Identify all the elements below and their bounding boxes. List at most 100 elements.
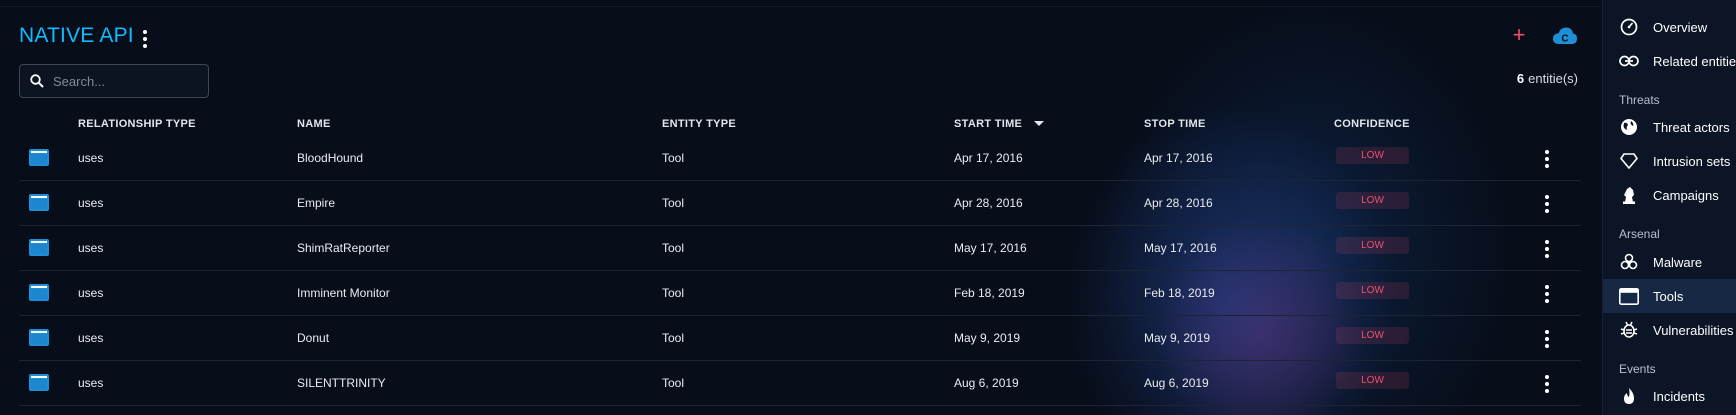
- table-body: uses BloodHound Tool Apr 17, 2016 Apr 17, 20…: [19, 136, 1581, 406]
- cell-name: Donut: [297, 331, 330, 345]
- cell-entity-type: Tool: [662, 376, 685, 390]
- tool-icon: [29, 329, 49, 346]
- entity-count-suffix: entitie(s): [1528, 71, 1578, 86]
- cell-relationship-type: uses: [78, 376, 104, 390]
- nav-threat-actors[interactable]: Threat actors: [1603, 110, 1736, 144]
- cell-start-time: Aug 6, 2019: [954, 376, 1019, 390]
- row-menu-icon[interactable]: [1545, 285, 1549, 303]
- globe-icon: [1619, 117, 1639, 137]
- tool-icon: [29, 194, 49, 211]
- nav-intrusion-sets[interactable]: Intrusion sets: [1603, 144, 1736, 178]
- cell-relationship-type: uses: [78, 286, 104, 300]
- cell-entity-type: Tool: [662, 196, 685, 210]
- cell-relationship-type: uses: [78, 196, 104, 210]
- cell-stop-time: Feb 18, 2019: [1144, 286, 1215, 300]
- table-header: RELATIONSHIP TYPE NAME ENTITY TYPE START…: [19, 110, 1581, 136]
- nav-overview[interactable]: Overview: [1603, 10, 1736, 44]
- col-name[interactable]: NAME: [297, 118, 331, 130]
- confidence-badge: LOW: [1336, 282, 1409, 299]
- cell-start-time: Feb 18, 2019: [954, 286, 1025, 300]
- cell-stop-time: Apr 17, 2016: [1144, 151, 1213, 165]
- tool-icon: [29, 149, 49, 166]
- cell-name: ShimRatReporter: [297, 241, 390, 255]
- confidence-badge: LOW: [1336, 327, 1409, 344]
- link-icon: [1619, 51, 1639, 71]
- nav-campaigns[interactable]: Campaigns: [1603, 178, 1736, 212]
- nav-tools[interactable]: Tools: [1603, 279, 1736, 313]
- cell-name: Empire: [297, 196, 336, 210]
- nav-malware-label: Malware: [1653, 254, 1703, 270]
- nav-threat-actors-label: Threat actors: [1653, 119, 1730, 135]
- confidence-badge: LOW: [1336, 192, 1409, 209]
- col-start-time[interactable]: START TIME: [954, 118, 1045, 130]
- confidence-badge: LOW: [1336, 237, 1409, 254]
- row-menu-icon[interactable]: [1545, 330, 1549, 348]
- title-menu-icon[interactable]: [143, 30, 147, 48]
- cell-name: SILENTTRINITY: [297, 376, 386, 390]
- nav-vulnerabilities[interactable]: Vulnerabilities: [1603, 313, 1736, 347]
- cell-relationship-type: uses: [78, 241, 104, 255]
- cell-stop-time: Apr 28, 2016: [1144, 196, 1213, 210]
- page-title: NATIVE API: [19, 24, 134, 47]
- col-entity-type[interactable]: ENTITY TYPE: [662, 118, 736, 130]
- confidence-badge: LOW: [1336, 147, 1409, 164]
- nav-incidents[interactable]: Incidents: [1603, 379, 1736, 413]
- nav-related-entities[interactable]: Related entities: [1603, 44, 1736, 78]
- tool-icon: [29, 239, 49, 256]
- cell-entity-type: Tool: [662, 151, 685, 165]
- cell-name: BloodHound: [297, 151, 364, 165]
- bug-icon: [1619, 320, 1639, 340]
- search-icon: [30, 74, 44, 88]
- nav-overview-label: Overview: [1653, 19, 1708, 35]
- nav-malware[interactable]: Malware: [1603, 245, 1736, 279]
- search-input[interactable]: [53, 73, 193, 89]
- search-box[interactable]: [19, 64, 209, 98]
- table-row[interactable]: uses ShimRatReporter Tool May 17, 2016 May 1…: [19, 226, 1581, 271]
- tool-icon: [29, 374, 49, 391]
- app: NATIVE API + C 6entitie(s) RELATIONSHIP …: [0, 0, 1736, 415]
- cell-stop-time: May 17, 2016: [1144, 241, 1217, 255]
- table-row[interactable]: uses SILENTTRINITY Tool Aug 6, 2019 Aug 6, 2…: [19, 361, 1581, 406]
- biohazard-icon: [1619, 252, 1639, 272]
- table-row[interactable]: uses Donut Tool May 9, 2019 May 9, 2019 LOW: [19, 316, 1581, 361]
- cell-stop-time: Aug 6, 2019: [1144, 376, 1209, 390]
- nav-vulnerabilities-label: Vulnerabilities: [1653, 322, 1734, 338]
- entity-count-number: 6: [1516, 71, 1525, 86]
- col-start-time-label: START TIME: [954, 118, 1023, 130]
- fire-icon: [1619, 386, 1639, 406]
- col-relationship-type[interactable]: RELATIONSHIP TYPE: [78, 118, 196, 130]
- speedometer-icon: [1619, 17, 1639, 37]
- cell-start-time: Apr 17, 2016: [954, 151, 1023, 165]
- sort-desc-icon: [1034, 121, 1045, 126]
- cloud-refresh-icon[interactable]: C: [1552, 26, 1578, 46]
- table-row[interactable]: uses BloodHound Tool Apr 17, 2016 Apr 17, 20…: [19, 136, 1581, 181]
- svg-text:C: C: [1561, 34, 1568, 45]
- section-threats: Threats: [1619, 93, 1660, 107]
- add-relationship-button[interactable]: +: [1508, 24, 1530, 46]
- cell-start-time: May 17, 2016: [954, 241, 1027, 255]
- right-sidebar: Overview Related entities Threats Threat…: [1602, 0, 1736, 415]
- cell-start-time: Apr 28, 2016: [954, 196, 1023, 210]
- nav-tools-label: Tools: [1653, 288, 1684, 304]
- row-menu-icon[interactable]: [1545, 150, 1549, 168]
- cell-start-time: May 9, 2019: [954, 331, 1021, 345]
- row-menu-icon[interactable]: [1545, 240, 1549, 258]
- relationships-table: RELATIONSHIP TYPE NAME ENTITY TYPE START…: [19, 110, 1581, 406]
- chess-knight-icon: [1619, 185, 1639, 205]
- nav-incidents-label: Incidents: [1653, 388, 1706, 404]
- cell-entity-type: Tool: [662, 286, 685, 300]
- cell-stop-time: May 9, 2019: [1144, 331, 1211, 345]
- divider: [0, 6, 1600, 7]
- section-arsenal: Arsenal: [1619, 227, 1660, 241]
- col-confidence[interactable]: CONFIDENCE: [1334, 118, 1410, 130]
- section-events: Events: [1619, 362, 1656, 376]
- cell-relationship-type: uses: [78, 331, 104, 345]
- nav-intrusion-sets-label: Intrusion sets: [1653, 153, 1731, 169]
- col-stop-time[interactable]: STOP TIME: [1144, 118, 1206, 130]
- tool-icon: [29, 284, 49, 301]
- row-menu-icon[interactable]: [1545, 375, 1549, 393]
- table-row[interactable]: uses Empire Tool Apr 28, 2016 Apr 28, 2016 LO…: [19, 181, 1581, 226]
- table-row[interactable]: uses Imminent Monitor Tool Feb 18, 2019 Feb …: [19, 271, 1581, 316]
- row-menu-icon[interactable]: [1545, 195, 1549, 213]
- diamond-icon: [1619, 151, 1639, 171]
